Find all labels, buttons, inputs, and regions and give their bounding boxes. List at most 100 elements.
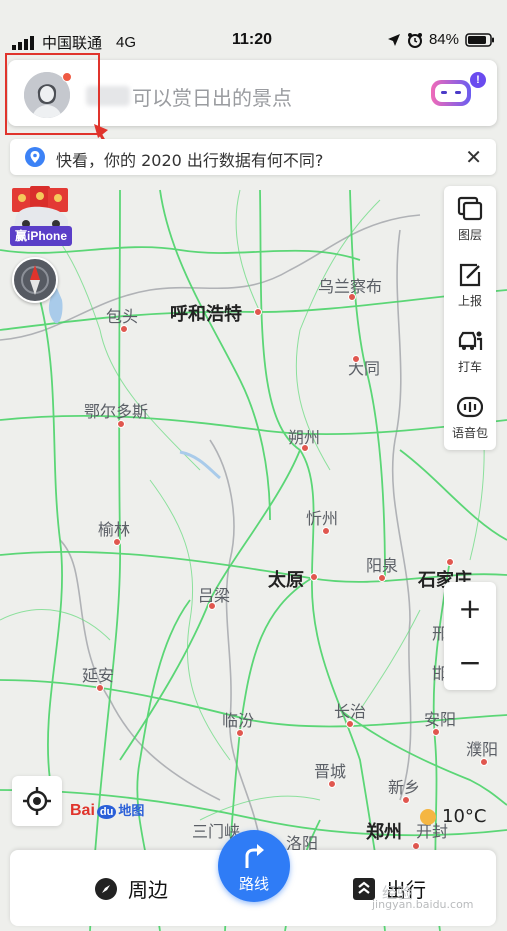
voice-pack-button[interactable]: 语音包 xyxy=(444,384,496,450)
zoom-in-button[interactable]: + xyxy=(444,582,496,636)
logo-du: du xyxy=(96,805,117,819)
city-linfen[interactable]: 临汾 xyxy=(222,707,255,737)
city-label: 临汾 xyxy=(222,711,255,730)
city-dot xyxy=(346,720,354,728)
notice-text: 快看，你的 2020 出行数据有何不同? xyxy=(56,151,324,170)
compass-icon xyxy=(21,265,49,295)
location-arrow-icon xyxy=(387,33,400,46)
report-button[interactable]: 上报 xyxy=(444,252,496,318)
city-ordos[interactable]: 鄂尔多斯 xyxy=(84,398,149,428)
city-dot xyxy=(412,842,420,850)
nearby-button[interactable]: 周边 xyxy=(94,874,168,903)
city-zhengzhou[interactable]: 郑州 xyxy=(366,818,420,850)
taxi-icon xyxy=(458,331,483,350)
layers-label: 图层 xyxy=(457,228,482,242)
locate-button[interactable] xyxy=(12,776,62,826)
location-pin-icon xyxy=(25,147,45,167)
city-puyang[interactable]: 濮阳 xyxy=(466,736,499,766)
city-label: 晋城 xyxy=(314,762,347,781)
city-dot xyxy=(446,558,454,566)
assistant-robot-icon[interactable] xyxy=(429,76,473,108)
city-dot xyxy=(322,527,330,535)
layers-button[interactable]: 图层 xyxy=(444,186,496,252)
city-label: 鄂尔多斯 xyxy=(84,402,149,421)
city-anyang[interactable]: 安阳 xyxy=(424,706,457,736)
city-dot xyxy=(301,444,309,452)
logo-bai: Bai xyxy=(70,802,95,819)
alarm-icon xyxy=(407,32,422,48)
city-baotou[interactable]: 包头 xyxy=(106,303,139,333)
clock: 11:20 xyxy=(232,31,273,48)
city-label: 忻州 xyxy=(306,509,339,528)
sun-icon xyxy=(420,808,436,825)
city-taiyuan[interactable]: 太原 xyxy=(268,566,318,592)
city-label: 包头 xyxy=(106,307,139,326)
network-label: 4G xyxy=(116,34,137,51)
status-bar: 中国联通 4G 11:20 84% xyxy=(0,26,507,54)
signal-icon xyxy=(12,35,34,50)
baidu-map-logo: Bai du 地图 xyxy=(70,800,144,820)
search-placeholder: 可以赏日出的景点 xyxy=(132,86,292,110)
city-label: 郑州 xyxy=(366,822,402,843)
city-hohhot[interactable]: 呼和浩特 xyxy=(170,300,262,326)
city-dot xyxy=(480,758,488,766)
taxi-button[interactable]: 打车 xyxy=(444,318,496,384)
city-label: 长治 xyxy=(334,702,367,721)
city-label: 阳泉 xyxy=(366,556,399,575)
city-xinxiang[interactable]: 新乡 xyxy=(388,774,420,804)
compass-button[interactable] xyxy=(12,257,58,303)
highlight-box xyxy=(5,53,100,135)
route-label: 路线 xyxy=(238,875,269,893)
city-label: 太原 xyxy=(268,570,304,591)
city-label: 榆林 xyxy=(98,520,131,539)
city-dot xyxy=(328,780,336,788)
zoom-out-button[interactable]: − xyxy=(444,636,496,690)
city-yulin[interactable]: 榆林 xyxy=(98,516,131,546)
city-xinzhou[interactable]: 忻州 xyxy=(306,505,339,535)
city-datong[interactable]: 大同 xyxy=(348,355,380,379)
voice-wave-icon xyxy=(457,396,483,418)
city-label: 濮阳 xyxy=(466,740,499,759)
city-dot xyxy=(113,538,121,546)
map-toolbar: 图层 上报 打车 语音包 xyxy=(444,186,496,450)
city-dot xyxy=(402,796,410,804)
city-label: 呼和浩特 xyxy=(170,304,242,325)
city-jincheng[interactable]: 晋城 xyxy=(314,758,347,788)
report-icon xyxy=(459,263,481,287)
city-label: 安阳 xyxy=(424,710,457,729)
crosshair-icon xyxy=(23,787,51,815)
city-yanan[interactable]: 延安 xyxy=(82,662,115,692)
city-dot xyxy=(208,602,216,610)
notice-banner[interactable]: 快看，你的 2020 出行数据有何不同? ✕ xyxy=(10,139,496,175)
promo-label: 赢iPhone xyxy=(10,226,72,246)
city-dot xyxy=(236,729,244,737)
weather-widget[interactable]: 10°C xyxy=(420,806,486,827)
zoom-controls: + − xyxy=(444,582,496,690)
route-button[interactable]: 路线 xyxy=(218,830,290,902)
city-shuozhou[interactable]: 朔州 xyxy=(288,424,320,452)
voice-pack-label: 语音包 xyxy=(451,426,488,440)
city-ulanqab[interactable]: 乌兰察布 xyxy=(318,273,382,301)
city-dot xyxy=(96,684,104,692)
watermark-url: jingyan.baidu.com xyxy=(372,898,474,911)
layers-icon xyxy=(457,196,483,221)
carrier-label: 中国联通 xyxy=(42,35,103,52)
city-luliang[interactable]: 吕梁 xyxy=(198,582,230,610)
close-icon[interactable]: ✕ xyxy=(465,145,482,169)
city-label: 延安 xyxy=(82,666,115,685)
city-dot xyxy=(120,325,128,333)
city-dot xyxy=(432,728,440,736)
city-dot xyxy=(117,420,125,428)
battery-icon xyxy=(465,32,494,47)
red-envelope-icon xyxy=(12,186,68,228)
trip-icon xyxy=(353,877,375,900)
city-dot xyxy=(310,573,318,581)
temperature: 10°C xyxy=(442,806,487,827)
nearby-label: 周边 xyxy=(128,878,168,902)
promo-iphone[interactable]: 赢iPhone xyxy=(10,186,72,246)
city-changzhi[interactable]: 长治 xyxy=(334,698,367,728)
city-dot xyxy=(254,308,262,316)
report-label: 上报 xyxy=(457,294,482,308)
logo-ditu: 地图 xyxy=(118,803,145,818)
city-yangquan[interactable]: 阳泉 xyxy=(366,552,399,582)
